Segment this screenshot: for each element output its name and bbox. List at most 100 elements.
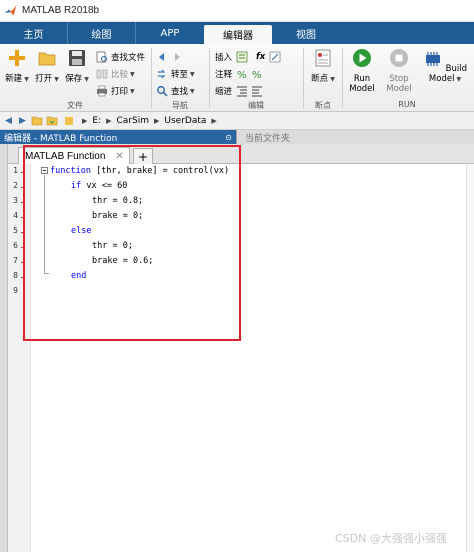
breadcrumb-carsim[interactable]: CarSim bbox=[117, 116, 149, 126]
find-files-button[interactable]: 查找文件 bbox=[96, 50, 145, 64]
section-navigate-label: 导航 bbox=[172, 101, 188, 110]
line-number: 6 bbox=[13, 241, 18, 250]
open-button[interactable]: 打开 ▼ bbox=[33, 48, 61, 85]
goto-arrows-icon bbox=[158, 69, 166, 79]
watermark: CSDN @大强强小强强 bbox=[335, 532, 447, 545]
forward-arrow-icon bbox=[175, 53, 180, 61]
editor-panel-title: 编辑器 - MATLAB Function bbox=[4, 133, 118, 144]
editor-scroll-strip[interactable] bbox=[466, 164, 474, 552]
run-play-icon bbox=[353, 49, 371, 67]
browse-folder-icon[interactable] bbox=[46, 115, 58, 126]
line-number: 8 bbox=[13, 271, 18, 280]
folder-up-icon[interactable] bbox=[31, 115, 43, 126]
section-file-label: 文件 bbox=[67, 101, 83, 110]
compare-icon bbox=[96, 69, 108, 79]
goto-label: 转至 bbox=[171, 70, 189, 80]
print-label: 打印 bbox=[111, 87, 129, 97]
new-button[interactable]: 新建 ▼ bbox=[3, 48, 31, 85]
run-model-button[interactable]: Run Model bbox=[346, 48, 378, 94]
path-separator-icon: ▶ bbox=[82, 116, 88, 125]
indent-label: 缩进 bbox=[215, 87, 233, 97]
back-arrow-icon bbox=[159, 53, 164, 61]
find-button[interactable]: 查找 ▼ bbox=[156, 84, 195, 98]
side-strip bbox=[0, 144, 8, 552]
folder-open-icon bbox=[38, 52, 56, 66]
tab-editor[interactable]: 编辑器 bbox=[204, 25, 272, 44]
tab-apps[interactable]: APP bbox=[136, 22, 204, 44]
breakpoint-icon bbox=[315, 49, 331, 67]
tab-view[interactable]: 视图 bbox=[272, 22, 340, 44]
goto-button[interactable]: 转至 ▼ bbox=[156, 67, 195, 81]
section-run-label: RUN bbox=[398, 100, 416, 109]
breakpoints-label: 断点 bbox=[311, 74, 329, 84]
section-breakpoints-label: 断点 bbox=[315, 101, 331, 110]
run-model-label: Run Model bbox=[349, 74, 375, 94]
panel-menu-icon[interactable]: ⊙ bbox=[225, 133, 232, 142]
divider bbox=[151, 48, 152, 108]
compare-label: 比较 bbox=[111, 70, 129, 80]
fx-button[interactable]: fx bbox=[256, 50, 284, 64]
stop-model-label: Stop Model bbox=[386, 74, 412, 94]
line-number: 1 bbox=[13, 166, 18, 175]
editor-panel-header: 编辑器 - MATLAB Function ⊙ bbox=[0, 130, 236, 144]
comment-button[interactable]: 注释 % % bbox=[215, 67, 266, 81]
new-label: 新建 bbox=[5, 74, 23, 84]
stop-model-button[interactable]: Stop Model bbox=[383, 48, 415, 94]
indent-icon bbox=[237, 86, 248, 97]
percent-comment-icon: % bbox=[237, 70, 247, 80]
magnifier-icon bbox=[157, 86, 168, 97]
divider bbox=[303, 48, 304, 108]
address-bar: ◀ ▶ ▶ E: ▶ CarSim ▶ UserData ▶ bbox=[0, 112, 474, 130]
uncomment-icon: % bbox=[252, 70, 262, 80]
line-number: 2 bbox=[13, 181, 18, 190]
save-label: 保存 bbox=[65, 74, 83, 84]
nav-back-forward[interactable] bbox=[156, 50, 186, 64]
line-number: 7 bbox=[13, 256, 18, 265]
tab-home[interactable]: 主页 bbox=[0, 22, 68, 44]
insert-button[interactable]: 插入 bbox=[215, 50, 251, 64]
find-files-icon bbox=[96, 51, 107, 63]
divider bbox=[342, 48, 343, 108]
new-plus-icon bbox=[9, 50, 25, 66]
back-arrow-icon[interactable]: ◀ bbox=[3, 115, 14, 126]
save-button[interactable]: 保存 ▼ bbox=[63, 48, 91, 85]
current-folder-header[interactable]: 当前文件夹 bbox=[236, 130, 474, 144]
breadcrumb-userdata[interactable]: UserData bbox=[164, 116, 206, 126]
folder-icon bbox=[65, 117, 73, 125]
insert-label: 插入 bbox=[215, 53, 233, 63]
title-bar: MATLAB R2018b bbox=[0, 0, 474, 22]
indent-button[interactable]: 缩进 bbox=[215, 84, 266, 98]
divider bbox=[209, 48, 210, 108]
breakpoints-button[interactable]: 断点 ▼ bbox=[309, 48, 337, 85]
ribbon-toolstrip: 新建 ▼ 打开 ▼ 保存 ▼ 查找文件 比较 ▼ 打印 ▼ 文件 转至 ▼ 查找 ▼ 导航 插… bbox=[0, 44, 474, 112]
annotation-highlight-box bbox=[23, 145, 241, 341]
open-label: 打开 bbox=[35, 74, 53, 84]
build-model-button[interactable]: Build Model ▼ bbox=[418, 48, 472, 85]
print-button[interactable]: 打印 ▼ bbox=[96, 84, 135, 98]
ribbon-tab-bar: 主页 绘图 APP 编辑器 视图 bbox=[0, 22, 474, 44]
outdent-icon bbox=[252, 86, 263, 97]
tab-plots[interactable]: 绘图 bbox=[68, 22, 136, 44]
line-number: 5 bbox=[13, 226, 18, 235]
stop-icon bbox=[390, 49, 408, 67]
breadcrumb-drive[interactable]: E: bbox=[92, 116, 101, 126]
printer-icon bbox=[97, 85, 107, 97]
svg-text:%: % bbox=[237, 70, 247, 80]
compare-button[interactable]: 比较 ▼ bbox=[96, 67, 135, 81]
insert-section-icon bbox=[236, 51, 248, 63]
forward-arrow-icon[interactable]: ▶ bbox=[17, 115, 28, 126]
line-number: 4 bbox=[13, 211, 18, 220]
current-folder-title: 当前文件夹 bbox=[245, 133, 291, 144]
path-separator-icon: ▶ bbox=[106, 116, 112, 125]
comment-label: 注释 bbox=[215, 70, 233, 80]
line-number: 9 bbox=[13, 286, 18, 295]
svg-text:%: % bbox=[252, 70, 262, 80]
find-files-label: 查找文件 bbox=[111, 53, 146, 63]
save-disk-icon bbox=[69, 50, 85, 66]
section-edit-label: 编辑 bbox=[248, 101, 264, 110]
build-chip-icon bbox=[425, 52, 440, 66]
fx-dropdown-icon bbox=[269, 51, 281, 63]
fx-label: fx bbox=[256, 52, 266, 62]
matlab-logo-icon bbox=[4, 5, 17, 16]
path-separator-icon: ▶ bbox=[211, 116, 217, 125]
